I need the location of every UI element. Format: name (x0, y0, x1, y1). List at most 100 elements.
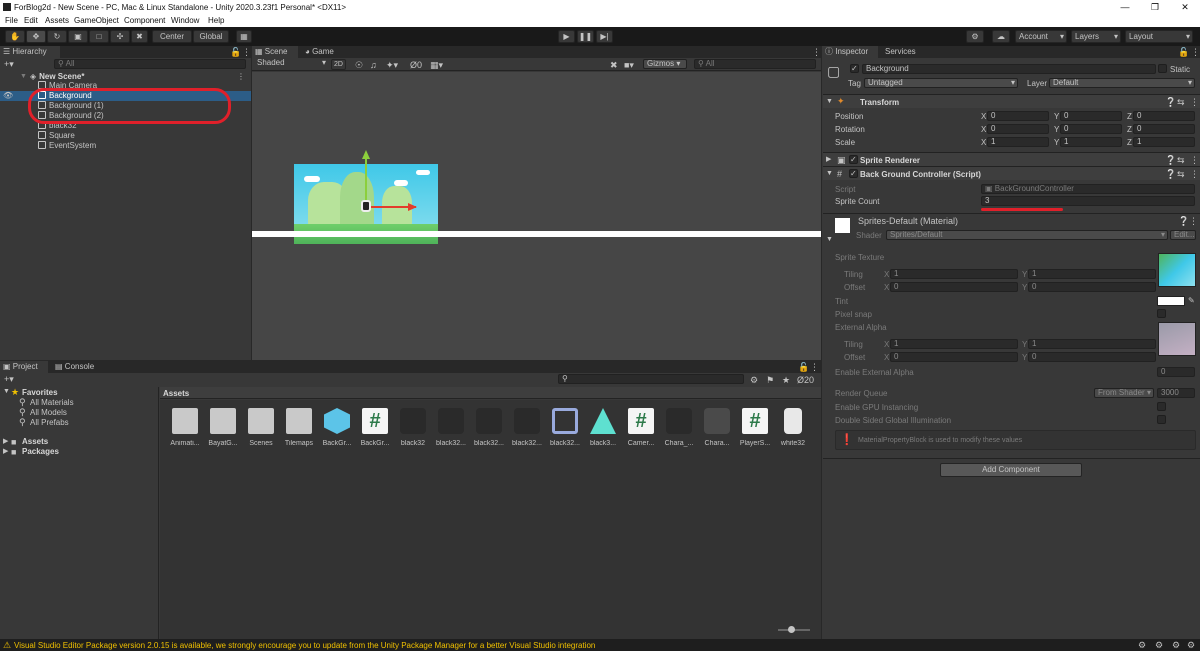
asset-item-tilemaps-folder[interactable]: Tilemaps (281, 408, 317, 447)
asset-item-background-prefab[interactable]: BackGr... (319, 408, 355, 447)
menu-component[interactable]: Component (124, 16, 165, 25)
add-component-button[interactable]: Add Component (940, 463, 1082, 477)
debug-mode-icon[interactable]: ⚙ (1172, 640, 1180, 650)
rotation-y-field[interactable]: 0 (1060, 124, 1122, 134)
expand-arrow-icon[interactable]: ▼ (826, 169, 833, 179)
hidden-objects-icon[interactable]: Ø0 (410, 60, 422, 70)
account-dropdown[interactable]: Account ▾ (1015, 30, 1067, 43)
asset-item-black32-4[interactable]: black32... (509, 408, 545, 447)
scene-viewport[interactable] (252, 72, 821, 360)
tab-project[interactable]: ▣ Project (0, 361, 48, 373)
grid-icon[interactable]: ▦▾ (430, 60, 443, 70)
auto-generate-lighting-icon[interactable]: ⚙ (1138, 640, 1146, 650)
gizmos-dropdown[interactable]: Gizmos ▾ (643, 59, 687, 69)
scale-z-field[interactable]: 1 (1133, 137, 1195, 147)
static-checkbox[interactable] (1158, 64, 1167, 73)
menu-help[interactable]: Help (208, 16, 224, 25)
scale-x-field[interactable]: 1 (987, 137, 1049, 147)
tab-scene[interactable]: ▦ Scene (252, 46, 298, 58)
add-icon[interactable]: +▾ (4, 59, 14, 69)
move-gizmo-y-axis[interactable] (365, 158, 367, 206)
play-button[interactable]: ▶ (558, 30, 575, 43)
kebab-menu-icon[interactable]: ⋮ (1190, 97, 1199, 107)
layers-dropdown[interactable]: Layers ▾ (1071, 30, 1121, 43)
asset-item-animations-folder[interactable]: Animati... (167, 408, 203, 447)
menu-gameobject[interactable]: GameObject (74, 16, 119, 25)
favorites-label[interactable]: Favorites (22, 388, 58, 397)
render-queue-field[interactable]: 3000 (1157, 388, 1195, 398)
double-sided-gi-checkbox[interactable] (1157, 415, 1166, 424)
tree-packages[interactable]: Packages (22, 447, 59, 456)
minimize-icon[interactable]: — (1110, 1, 1140, 13)
move-gizmo-y-arrow[interactable] (362, 150, 370, 159)
hierarchy-search-input[interactable]: ⚲ All (54, 59, 246, 69)
preset-icon[interactable]: ⇆ (1177, 155, 1185, 165)
asset-item-chara-2[interactable]: Chara... (699, 408, 735, 447)
collab-icon[interactable]: ⚙ (966, 30, 984, 43)
rotation-z-field[interactable]: 0 (1133, 124, 1195, 134)
zoom-slider-handle[interactable] (788, 626, 795, 633)
asset-item-white32[interactable]: white32 (775, 408, 811, 447)
kebab-menu-icon[interactable]: ⋮ (812, 47, 821, 57)
shader-dropdown[interactable]: Sprites/Default ▾ (886, 230, 1168, 240)
rect-tool-icon[interactable]: □ (89, 30, 109, 43)
tab-inspector[interactable]: ⓘ Inspector (822, 46, 878, 58)
tree-assets[interactable]: Assets (22, 437, 48, 446)
audio-icon[interactable]: ♫ (370, 60, 377, 70)
favorite-star-icon[interactable]: ★ (782, 375, 790, 385)
pixel-snap-checkbox[interactable] (1157, 309, 1166, 318)
lock-icon[interactable]: 🔓 (798, 362, 809, 372)
add-icon[interactable]: +▾ (4, 374, 14, 384)
offset-x-field[interactable]: 0 (890, 282, 1018, 292)
kebab-menu-icon[interactable]: ⋮ (1189, 216, 1198, 226)
lighting-icon[interactable]: ☉ (355, 60, 363, 70)
pivot-global-button[interactable]: Global (193, 30, 229, 43)
move-tool-icon[interactable]: ✥ (26, 30, 46, 43)
tools-icon[interactable]: ✖ (610, 60, 618, 70)
position-x-field[interactable]: 0 (987, 111, 1049, 121)
effects-icon[interactable]: ✦▾ (386, 60, 398, 70)
close-icon[interactable]: ✕ (1170, 1, 1200, 13)
fav-all-materials[interactable]: All Materials (30, 398, 74, 407)
camera-icon[interactable]: ■▾ (624, 60, 634, 70)
asset-item-black32-3[interactable]: black32... (471, 408, 507, 447)
sprite-count-field[interactable]: 3 (981, 196, 1195, 206)
hierarchy-item-eventsystem[interactable]: EventSystem (38, 141, 96, 151)
offset-y-field[interactable]: 0 (1028, 282, 1156, 292)
help-icon[interactable]: ❔ (1165, 169, 1176, 179)
pivot-center-button[interactable]: Center (152, 30, 192, 43)
tag-dropdown[interactable]: Untagged ▾ (864, 78, 1018, 88)
sprite-renderer-enabled-checkbox[interactable]: ✓ (849, 155, 858, 164)
help-icon[interactable]: ❔ (1178, 216, 1189, 226)
scene-search-input[interactable]: ⚲ All (694, 59, 816, 69)
kebab-menu-icon[interactable]: ⋮ (1190, 155, 1199, 165)
hidden-packages-icon[interactable]: Ø20 (797, 375, 814, 385)
pause-button[interactable]: ❚❚ (577, 30, 594, 43)
fav-all-models[interactable]: All Models (30, 408, 67, 417)
custom-tool-icon[interactable]: ✖ (131, 30, 148, 43)
bg-controller-header[interactable]: ▼ # ✓ Back Ground Controller (Script) ❔ … (823, 166, 1200, 180)
progress-icon[interactable]: ⚙ (1155, 640, 1163, 650)
tab-hierarchy[interactable]: ☰ Hierarchy (0, 46, 60, 58)
tab-services[interactable]: Services (882, 46, 922, 58)
collapse-arrow-icon[interactable]: ▶ (3, 447, 8, 457)
asset-item-background-script[interactable]: # BackGr... (357, 408, 393, 447)
render-queue-dropdown[interactable]: From Shader ▾ (1094, 388, 1154, 398)
active-checkbox[interactable]: ✓ (850, 64, 859, 73)
tiling-x-field[interactable]: 1 (890, 269, 1018, 279)
scale-y-field[interactable]: 1 (1060, 137, 1122, 147)
cloud-icon[interactable]: ☁ (992, 30, 1010, 43)
asset-item-black3-tile[interactable]: black3... (585, 408, 621, 447)
asset-item-black32[interactable]: black32 (395, 408, 431, 447)
asset-item-bayatg-folder[interactable]: BayatG... (205, 408, 241, 447)
2d-toggle-button[interactable]: 2D (331, 59, 346, 70)
white-line-sprite[interactable] (252, 231, 821, 237)
hand-tool-icon[interactable]: ✋ (5, 30, 25, 43)
alpha-tiling-y-field[interactable]: 1 (1028, 339, 1156, 349)
menu-window[interactable]: Window (171, 16, 199, 25)
scale-tool-icon[interactable]: ▣ (68, 30, 88, 43)
lock-icon[interactable]: 🔓 (1178, 47, 1189, 57)
menu-edit[interactable]: Edit (24, 16, 38, 25)
position-z-field[interactable]: 0 (1133, 111, 1195, 121)
external-alpha-thumbnail[interactable] (1158, 322, 1196, 356)
